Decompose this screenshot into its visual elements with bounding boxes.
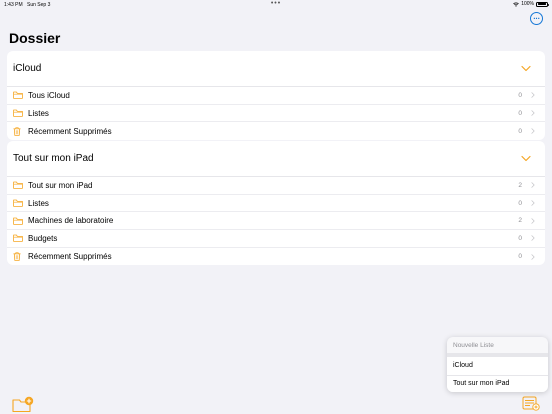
folder-icon (13, 217, 23, 225)
chevron-right-icon (531, 128, 535, 134)
new-list-popup: Nouvelle Liste iCloud Tout sur mon iPad (447, 337, 548, 392)
list-item[interactable]: Tout sur mon iPad 2 (7, 177, 545, 195)
list-item-label: Budgets (28, 233, 58, 243)
list-item[interactable]: Récemment Supprimés 0 (7, 122, 545, 140)
list-item-label: Récemment Supprimés (28, 252, 112, 262)
chevron-down-icon[interactable] (521, 65, 531, 72)
screen: 1:43 PM Sun Sep 3 ••• 100% ··· Dossier i… (0, 0, 552, 414)
page-title: Dossier (9, 30, 61, 46)
folder-icon (13, 199, 23, 207)
popup-title: Nouvelle Liste (453, 341, 494, 349)
list-item-count: 0 (518, 199, 522, 207)
list-item-count: 2 (518, 181, 522, 189)
chevron-right-icon (531, 253, 535, 260)
list-item[interactable]: Listes 0 (7, 105, 545, 123)
list-item-count: 0 (518, 234, 522, 242)
chevron-right-icon (531, 182, 535, 189)
folder-icon (13, 91, 23, 100)
list-item-count: 0 (518, 253, 522, 261)
ipad-section: Tout sur mon iPad Tout sur mon iPad 2 List… (7, 141, 545, 265)
status-bar: 1:43 PM Sun Sep 3 ••• 100% (0, 0, 552, 10)
list-item[interactable]: Machines de laboratoire 2 (7, 212, 545, 231)
ipad-rows: Tout sur mon iPad 2 Listes 0 Machines de lab… (7, 177, 545, 265)
folder-icon (13, 234, 23, 243)
icloud-section: iCloud Tous iCloud 0 Listes 0 Récemment Supp… (7, 51, 545, 140)
ellipsis-icon: ··· (533, 13, 540, 23)
folder-icon (13, 109, 23, 117)
list-item[interactable]: Budgets 0 (7, 230, 545, 248)
battery-percent: 100% (521, 1, 534, 7)
list-item-count: 0 (518, 91, 522, 99)
wifi-icon (513, 2, 520, 7)
new-list-icon[interactable] (522, 396, 540, 411)
section-title: iCloud (13, 63, 42, 74)
list-item-label: Listes (28, 108, 49, 118)
status-date: Sun Sep 3 (27, 2, 51, 8)
new-folder-button[interactable] (12, 396, 34, 413)
list-item-count: 0 (518, 127, 522, 135)
chevron-right-icon (531, 92, 535, 99)
chevron-right-icon (531, 235, 535, 242)
trash-icon (13, 127, 23, 136)
ipad-section-header[interactable]: Tout sur mon iPad (7, 141, 545, 177)
status-right: 100% (513, 1, 549, 7)
trash-icon (13, 252, 23, 261)
icloud-rows: Tous iCloud 0 Listes 0 Récemment Supprimés 0 (7, 87, 545, 140)
popup-item-icloud[interactable]: iCloud (447, 357, 548, 375)
list-item-label: Machines de laboratoire (28, 216, 114, 226)
battery-fill (537, 3, 547, 5)
chevron-right-icon (531, 217, 535, 224)
list-item-count: 0 (518, 109, 522, 117)
multitasking-dots-icon[interactable]: ••• (271, 0, 281, 7)
chevron-right-icon (531, 110, 535, 116)
popup-item-ipad[interactable]: Tout sur mon iPad (447, 374, 548, 392)
icloud-section-header[interactable]: iCloud (7, 51, 545, 87)
list-item-label: Tout sur mon iPad (28, 180, 93, 190)
section-title: Tout sur mon iPad (13, 153, 94, 164)
more-options-button[interactable]: ··· (530, 12, 543, 25)
list-item-label: Récemment Supprimés (28, 126, 112, 136)
list-item-label: Tous iCloud (28, 90, 70, 100)
status-time: 1:43 PM (4, 2, 23, 8)
list-item-count: 2 (518, 217, 522, 225)
chevron-down-icon[interactable] (521, 155, 531, 162)
folder-icon (13, 181, 23, 190)
list-item-label: Listes (28, 198, 49, 208)
list-item[interactable]: Tous iCloud 0 (7, 87, 545, 105)
list-item[interactable]: Listes 0 (7, 195, 545, 213)
battery-icon (536, 1, 549, 7)
list-item[interactable]: Récemment Supprimés 0 (7, 248, 545, 265)
chevron-right-icon (531, 200, 535, 206)
